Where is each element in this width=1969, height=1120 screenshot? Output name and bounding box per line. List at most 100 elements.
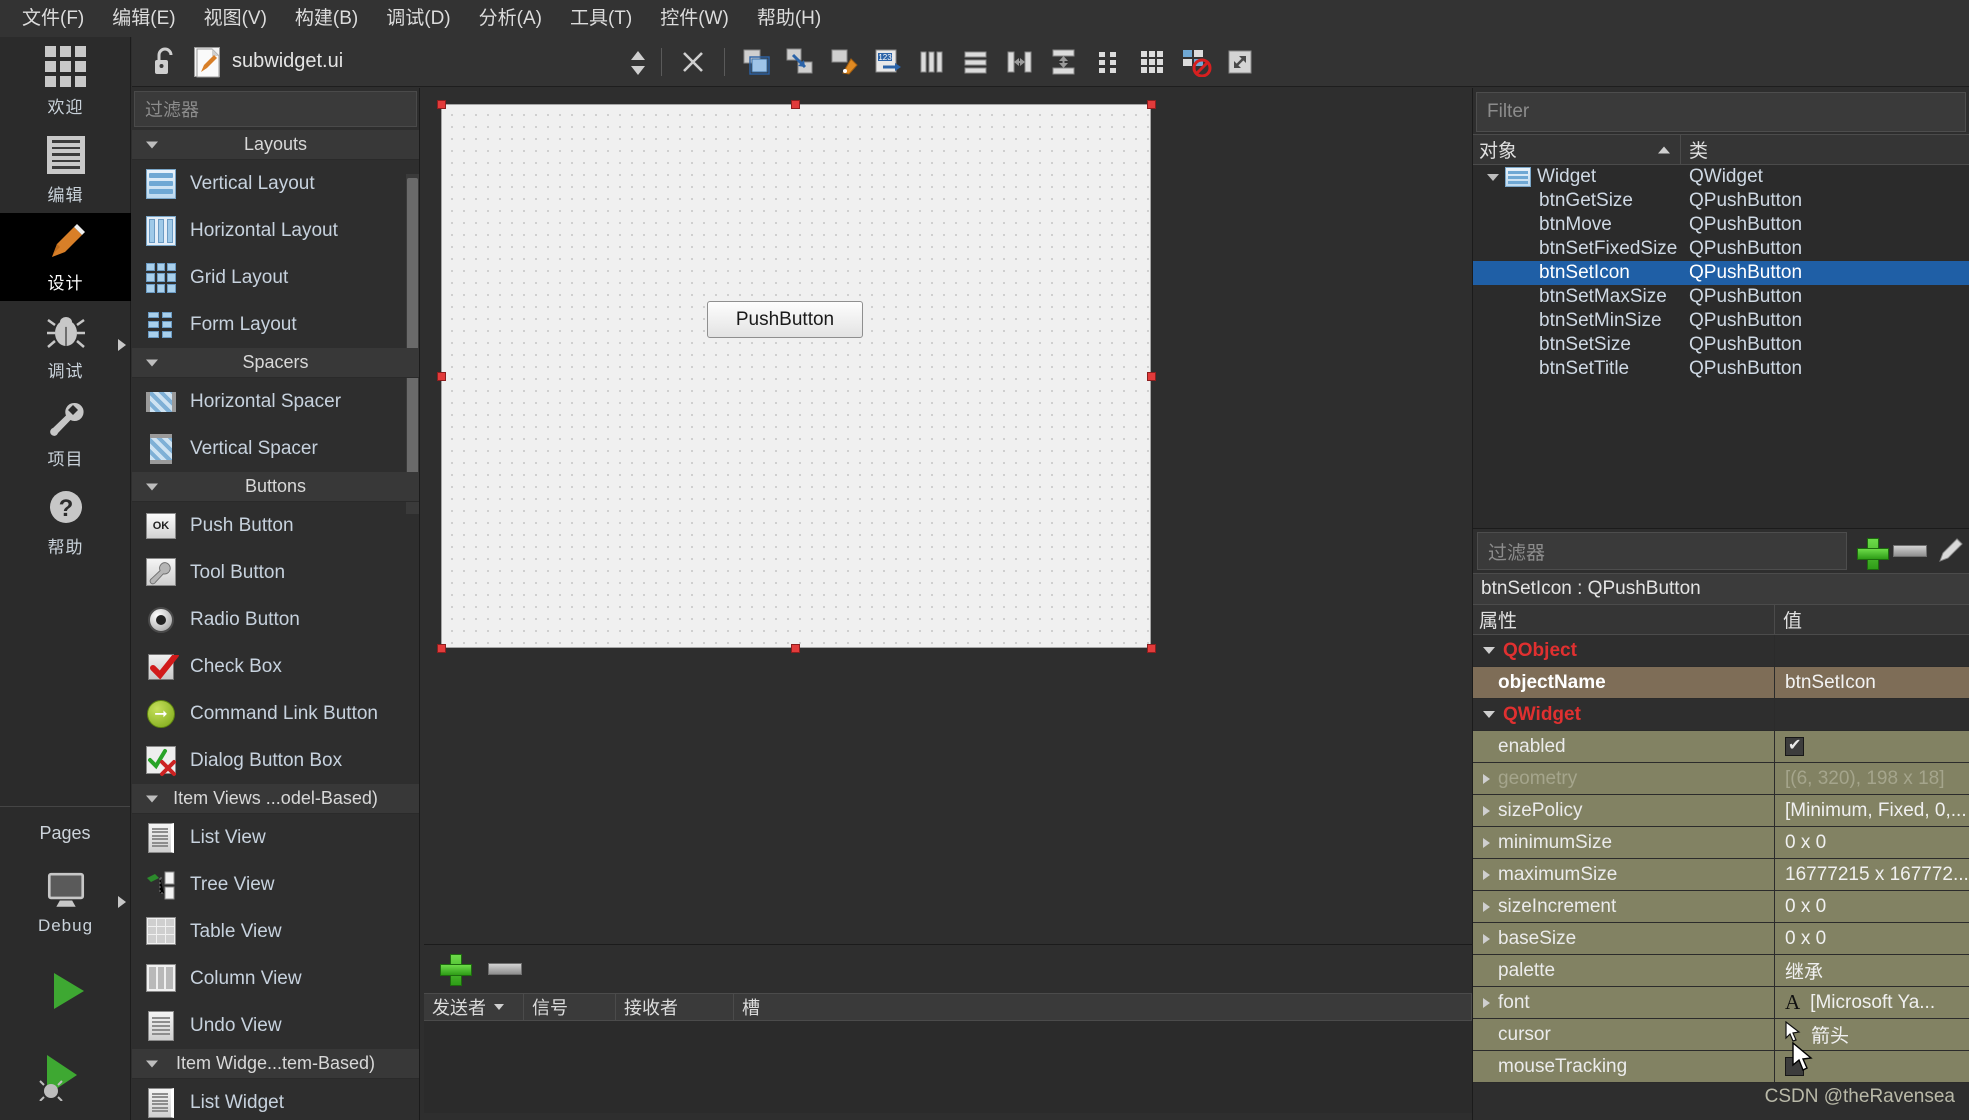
widget-box-item-radio-button[interactable]: Radio Button	[132, 596, 419, 643]
widget-box-item-grid-layout[interactable]: Grid Layout	[132, 254, 419, 301]
edit-widgets-icon[interactable]	[737, 43, 775, 81]
run-button[interactable]	[0, 952, 131, 1030]
property-value-cell[interactable]: 箭头	[1775, 1019, 1969, 1050]
selection-handle-bl[interactable]	[437, 644, 446, 653]
checkbox-checked-icon[interactable]	[1785, 735, 1804, 756]
chevron-down-icon[interactable]	[1483, 711, 1495, 718]
widget-box-item-dialog-button-box[interactable]: Dialog Button Box	[132, 737, 419, 784]
property-row-sizePolicy[interactable]: sizePolicy [Minimum, Fixed, 0,...	[1473, 795, 1969, 827]
property-value-cell[interactable]: 0 x 0	[1775, 891, 1969, 922]
mode-button-debug[interactable]: 调试	[0, 301, 131, 389]
property-value-cell[interactable]: 继承	[1775, 955, 1969, 986]
widget-box-category-spacers[interactable]: Spacers	[132, 348, 419, 378]
widget-box-category-item-widge-tem-based-[interactable]: Item Widge...tem-Based)	[132, 1049, 419, 1079]
form-canvas[interactable]: PushButton	[441, 104, 1151, 648]
edit-tab-order-icon[interactable]: 123	[869, 43, 907, 81]
chevron-right-icon[interactable]	[1483, 933, 1490, 944]
menu-file[interactable]: 文件(F)	[10, 5, 96, 32]
chevron-right-icon[interactable]	[1483, 773, 1490, 784]
menu-tools[interactable]: 工具(T)	[558, 5, 644, 32]
property-value-cell[interactable]: 16777215 x 167772...	[1775, 859, 1969, 890]
object-inspector-row-Widget[interactable]: Widget QWidget	[1473, 165, 1969, 189]
widget-box-item-column-view[interactable]: Column View	[132, 955, 419, 1002]
signal-slot-col-1[interactable]: 信号	[524, 994, 616, 1020]
widget-box-item-tree-view[interactable]: Tree View	[132, 861, 419, 908]
widget-box-item-vertical-spacer[interactable]: Vertical Spacer	[132, 425, 419, 472]
widget-box-category-item-views-odel-based-[interactable]: Item Views ...odel-Based)	[132, 784, 419, 814]
property-editor-col-property[interactable]: 属性	[1473, 605, 1775, 634]
object-inspector-filter-input[interactable]: Filter	[1476, 92, 1966, 132]
property-editor-filter-input[interactable]: 过滤器	[1477, 532, 1847, 570]
signal-slot-col-2[interactable]: 接收者	[616, 994, 734, 1020]
object-inspector-row-btnGetSize[interactable]: btnGetSize QPushButton	[1473, 189, 1969, 213]
widget-box-item-vertical-layout[interactable]: Vertical Layout	[132, 160, 419, 207]
property-row-QWidget[interactable]: QWidget	[1473, 699, 1969, 731]
property-row-minimumSize[interactable]: minimumSize 0 x 0	[1473, 827, 1969, 859]
property-value-cell[interactable]	[1775, 699, 1969, 730]
layout-splitter-h-icon[interactable]	[1001, 43, 1039, 81]
mode-debug-expand-arrow[interactable]	[118, 339, 126, 351]
mode-button-welcome[interactable]: 欢迎	[0, 37, 131, 125]
menu-edit[interactable]: 编辑(E)	[100, 5, 187, 32]
menu-debug[interactable]: 调试(D)	[374, 5, 462, 32]
widget-box-item-undo-view[interactable]: Undo View	[132, 1002, 419, 1049]
edit-buddies-icon[interactable]	[825, 43, 863, 81]
checkbox-unchecked-icon[interactable]	[1785, 1057, 1804, 1076]
property-value-cell[interactable]: A [Microsoft Ya...	[1775, 987, 1969, 1018]
property-value-cell[interactable]: btnSetIcon	[1775, 667, 1969, 698]
menu-analyze[interactable]: 分析(A)	[467, 5, 554, 32]
widget-box-item-push-button[interactable]: OK Push Button	[132, 502, 419, 549]
plus-icon[interactable]	[1855, 536, 1889, 570]
adjust-size-icon[interactable]	[1221, 43, 1259, 81]
property-value-cell[interactable]: 0 x 0	[1775, 923, 1969, 954]
property-value-cell[interactable]	[1775, 1051, 1969, 1082]
selection-handle-bc[interactable]	[791, 644, 800, 653]
property-row-objectName[interactable]: objectName btnSetIcon	[1473, 667, 1969, 699]
object-inspector-tree[interactable]: Widget QWidget btnGetSize QPushButton btnMov…	[1473, 165, 1969, 553]
object-inspector-row-btnSetIcon[interactable]: btnSetIcon QPushButton	[1473, 261, 1969, 285]
property-value-cell[interactable]: [Minimum, Fixed, 0,...	[1775, 795, 1969, 826]
menu-widgets[interactable]: 控件(W)	[648, 5, 741, 32]
widget-box-item-list-widget[interactable]: List Widget	[132, 1079, 419, 1120]
property-row-font[interactable]: font A [Microsoft Ya...	[1473, 987, 1969, 1019]
widget-box-item-form-layout[interactable]: Form Layout	[132, 301, 419, 348]
mode-button-help[interactable]: ? 帮助	[0, 477, 131, 565]
property-row-QObject[interactable]: QObject	[1473, 635, 1969, 667]
widget-box-item-horizontal-spacer[interactable]: Horizontal Spacer	[132, 378, 419, 425]
menu-view[interactable]: 视图(V)	[192, 5, 279, 32]
property-editor-col-value[interactable]: 值	[1775, 605, 1969, 634]
property-value-cell[interactable]	[1775, 731, 1969, 762]
mode-debug-target-expand-arrow[interactable]	[118, 896, 126, 908]
selection-handle-ml[interactable]	[437, 372, 446, 381]
property-value-cell[interactable]: [(6, 320), 198 x 18]	[1775, 763, 1969, 794]
chevron-right-icon[interactable]	[1483, 901, 1490, 912]
signal-slot-table-body[interactable]	[424, 1021, 1472, 1113]
minus-icon[interactable]	[488, 963, 522, 975]
property-row-geometry[interactable]: geometry [(6, 320), 198 x 18]	[1473, 763, 1969, 795]
object-inspector-row-btnSetMaxSize[interactable]: btnSetMaxSize QPushButton	[1473, 285, 1969, 309]
chevron-right-icon[interactable]	[1483, 837, 1490, 848]
widget-box-item-check-box[interactable]: Check Box	[132, 643, 419, 690]
widget-box-item-command-link-button[interactable]: ➞ Command Link Button	[132, 690, 419, 737]
widget-box-item-horizontal-layout[interactable]: Horizontal Layout	[132, 207, 419, 254]
close-x-icon[interactable]	[674, 43, 712, 81]
layout-horizontally-icon[interactable]	[913, 43, 951, 81]
layout-form-icon[interactable]	[1089, 43, 1127, 81]
chevron-right-icon[interactable]	[1483, 997, 1490, 1008]
layout-grid-icon[interactable]	[1133, 43, 1171, 81]
chevron-right-icon[interactable]	[1483, 805, 1490, 816]
break-layout-icon[interactable]	[1177, 43, 1215, 81]
selection-handle-tr[interactable]	[1147, 100, 1156, 109]
mode-button-projects[interactable]: 项目	[0, 389, 131, 477]
chevron-down-icon[interactable]	[1487, 173, 1499, 181]
property-row-palette[interactable]: palette 继承	[1473, 955, 1969, 987]
edit-signals-slots-icon[interactable]	[781, 43, 819, 81]
property-row-baseSize[interactable]: baseSize 0 x 0	[1473, 923, 1969, 955]
property-row-sizeIncrement[interactable]: sizeIncrement 0 x 0	[1473, 891, 1969, 923]
object-inspector-col-object[interactable]: 对象	[1473, 135, 1681, 164]
property-row-maximumSize[interactable]: maximumSize 16777215 x 167772...	[1473, 859, 1969, 891]
selection-handle-tl[interactable]	[437, 100, 446, 109]
open-file-name[interactable]: subwidget.ui	[232, 50, 343, 73]
widget-box-category-buttons[interactable]: Buttons	[132, 472, 419, 502]
property-value-cell[interactable]	[1775, 635, 1969, 666]
